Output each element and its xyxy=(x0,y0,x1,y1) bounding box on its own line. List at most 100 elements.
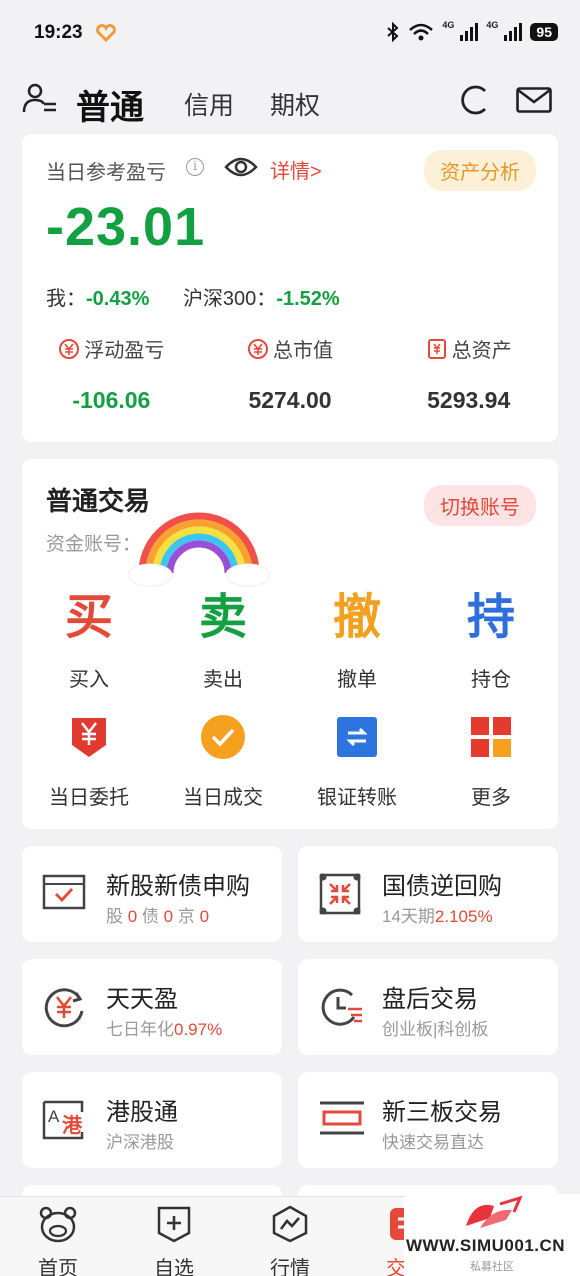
stat-total-assets[interactable]: 总资产 5293.94 xyxy=(379,334,558,414)
tool-label: 银证转账 xyxy=(317,787,397,809)
today-orders-tool[interactable]: 当日委托 xyxy=(22,711,156,810)
sell-glyph: 卖 xyxy=(198,591,247,644)
comparison-row: 我：-0.43% 沪深300：-1.52% xyxy=(46,282,340,311)
home-bear-icon xyxy=(39,1206,77,1243)
bluetooth-icon xyxy=(387,22,399,42)
info-icon[interactable]: i xyxy=(186,158,204,176)
tab-regular[interactable]: 普通 xyxy=(76,80,144,129)
stat-value: -106.06 xyxy=(72,387,151,413)
stat-floating-pnl[interactable]: 浮动盈亏 -106.06 xyxy=(22,334,201,414)
hk-connect-icon: A港 xyxy=(42,1100,84,1140)
stat-value: 5274.00 xyxy=(248,387,332,413)
daily-yield-icon xyxy=(44,988,84,1028)
watermark-url: WWW.SIMU001.CN xyxy=(406,1236,566,1255)
stat-value: 5293.94 xyxy=(427,387,511,413)
status-bar: 19:23 4G 4G 95 xyxy=(0,0,580,66)
me-value: -0.43% xyxy=(86,288,150,310)
buy-label: 买入 xyxy=(69,669,109,691)
battery-indicator: 95 xyxy=(530,23,558,41)
check-circle-icon xyxy=(201,715,245,759)
nav-label: 首页 xyxy=(38,1258,78,1276)
pnl-card: 当日参考盈亏 i 详情> 资产分析 -23.01 我：-0.43% 沪深300：… xyxy=(22,134,558,442)
eye-icon[interactable] xyxy=(224,154,258,180)
tile-title: 新股新债申购 xyxy=(106,873,250,900)
cancel-glyph: 撤 xyxy=(332,591,381,644)
tile-title: 国债逆回购 xyxy=(382,873,502,900)
reverse-repo-icon xyxy=(319,873,361,915)
tile-title: 天天盈 xyxy=(106,986,178,1013)
nav-label: 行情 xyxy=(270,1258,310,1276)
watermark-logo-icon xyxy=(466,1196,523,1228)
tab-options[interactable]: 期权 xyxy=(270,86,320,122)
reverse-repo-tile[interactable]: 国债逆回购 14天期2.105% xyxy=(298,846,558,942)
buy-action[interactable]: 买 买入 xyxy=(22,587,156,692)
rainbow-sticker-icon xyxy=(128,512,270,587)
pnl-title: 当日参考盈亏 xyxy=(46,162,166,184)
floating-pnl-icon xyxy=(59,338,80,359)
signal-bars-icon-2 xyxy=(504,23,523,41)
total-assets-icon xyxy=(427,338,446,359)
trade-actions: 买 买入 卖 卖出 撤 撤单 持 持仓 xyxy=(22,587,558,692)
tile-title: 盘后交易 xyxy=(382,986,478,1013)
signal-label-2: 4G xyxy=(486,20,499,30)
bank-transfer-tool[interactable]: 银证转账 xyxy=(290,711,424,810)
nav-home[interactable]: 首页 xyxy=(0,1197,116,1276)
watchlist-add-icon xyxy=(157,1206,191,1243)
watermark: WWW.SIMU001.CN 私募社区 xyxy=(404,1194,580,1276)
sell-action[interactable]: 卖 卖出 xyxy=(156,587,290,692)
tool-label: 当日成交 xyxy=(183,787,263,809)
user-list-icon[interactable] xyxy=(22,82,58,116)
stat-market-value[interactable]: 总市值 5274.00 xyxy=(201,334,380,414)
trade-card: 普通交易 切换账号 资金账号： 买 买入 卖 卖出 撤 撤单 持 持仓 当日委托… xyxy=(22,459,558,829)
daily-yield-tile[interactable]: 天天盈 七日年化0.97% xyxy=(22,959,282,1055)
more-tool[interactable]: 更多 xyxy=(424,711,558,810)
refresh-icon[interactable] xyxy=(458,83,490,117)
stat-label: 浮动盈亏 xyxy=(84,340,165,362)
tool-label: 当日委托 xyxy=(49,787,129,809)
after-hours-icon xyxy=(321,988,362,1026)
neeq-icon xyxy=(320,1101,364,1135)
svg-text:港: 港 xyxy=(62,1113,83,1137)
ipo-subscribe-tile[interactable]: 新股新债申购 股 0 债 0 京 0 xyxy=(22,846,282,942)
today-deals-tool[interactable]: 当日成交 xyxy=(156,711,290,810)
signal-label-1: 4G xyxy=(442,20,455,30)
trade-tools: 当日委托 当日成交 银证转账 更多 xyxy=(22,711,558,810)
cancel-label: 撤单 xyxy=(337,669,377,691)
switch-account-button[interactable]: 切换账号 xyxy=(424,485,536,526)
cancel-order-action[interactable]: 撤 撤单 xyxy=(290,587,424,692)
hk-connect-tile[interactable]: A港 港股通 沪深港股 xyxy=(22,1072,282,1168)
tile-subtitle: 14天期2.105% xyxy=(382,907,493,926)
index-label: 沪深300： xyxy=(182,288,277,310)
status-time: 19:23 xyxy=(34,22,83,43)
stat-label: 总市值 xyxy=(273,340,333,362)
tile-subtitle: 快速交易直达 xyxy=(382,1133,484,1152)
market-value-icon xyxy=(248,338,268,359)
tool-label: 更多 xyxy=(471,787,511,809)
yen-envelope-icon xyxy=(72,718,106,757)
positions-action[interactable]: 持 持仓 xyxy=(424,587,558,692)
nav-watchlist[interactable]: 自选 xyxy=(116,1197,232,1276)
neeq-tile[interactable]: 新三板交易 快速交易直达 xyxy=(298,1072,558,1168)
buy-glyph: 买 xyxy=(64,591,113,644)
after-hours-tile[interactable]: 盘后交易 创业板|科创板 xyxy=(298,959,558,1055)
tab-credit[interactable]: 信用 xyxy=(184,86,234,122)
detail-link[interactable]: 详情> xyxy=(270,155,322,184)
stat-label: 总资产 xyxy=(451,340,512,362)
nav-market[interactable]: 行情 xyxy=(232,1197,348,1276)
asset-analysis-button[interactable]: 资产分析 xyxy=(424,150,536,191)
watermark-sub: 私募社区 xyxy=(470,1261,514,1273)
ipo-subscribe-icon xyxy=(42,874,86,910)
grid-more-icon xyxy=(471,717,511,757)
top-header: 普通 信用 期权 xyxy=(0,66,580,134)
tile-title: 港股通 xyxy=(106,1099,178,1126)
wifi-icon xyxy=(409,23,434,41)
tile-subtitle: 七日年化0.97% xyxy=(106,1020,223,1039)
mail-icon[interactable] xyxy=(516,87,552,113)
tile-subtitle: 沪深港股 xyxy=(106,1133,174,1152)
svg-text:A: A xyxy=(48,1107,60,1126)
tile-title: 新三板交易 xyxy=(382,1099,502,1126)
positions-label: 持仓 xyxy=(471,669,511,691)
market-chart-icon xyxy=(272,1205,308,1243)
sell-label: 卖出 xyxy=(203,669,243,691)
me-label: 我： xyxy=(46,288,86,310)
